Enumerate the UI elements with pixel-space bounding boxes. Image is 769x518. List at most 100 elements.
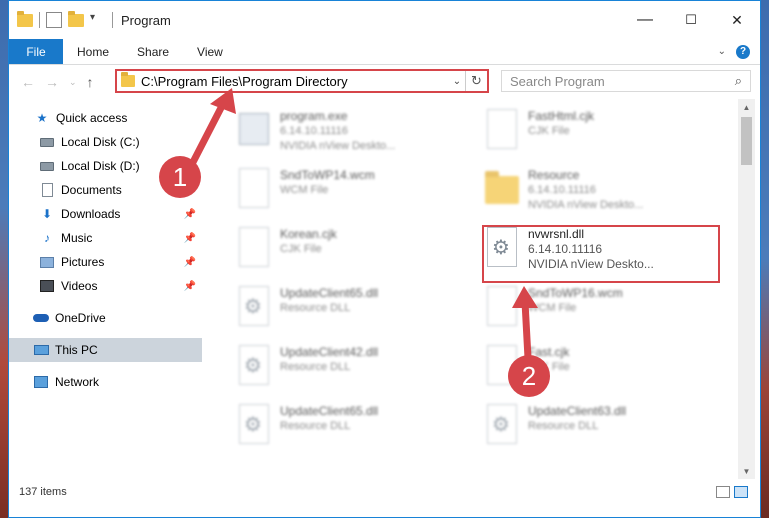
close-button[interactable]: ✕ xyxy=(714,1,760,39)
chevron-down-icon[interactable]: ⌄ xyxy=(449,76,465,87)
refresh-icon[interactable]: ↻ xyxy=(465,71,487,91)
pin-icon[interactable]: 📌 xyxy=(184,257,196,268)
folder-icon xyxy=(121,72,135,87)
star-icon: ★ xyxy=(36,111,48,125)
customize-toolbar-icon[interactable]: ▾ xyxy=(90,12,106,28)
file-icon xyxy=(236,168,272,212)
search-icon[interactable]: ⌕ xyxy=(735,73,742,89)
new-folder-icon[interactable] xyxy=(68,10,84,27)
desktop-background-left xyxy=(0,0,8,518)
pc-icon xyxy=(33,342,49,358)
tab-share[interactable]: Share xyxy=(123,39,183,64)
scroll-thumb[interactable] xyxy=(741,117,752,165)
file-item[interactable]: program.exe 6.14.10.11116 NVIDIA nView Des… xyxy=(230,103,470,159)
navigation-buttons: ← → ⌄ ↑ xyxy=(9,74,115,90)
sidebar-item-network[interactable]: Network xyxy=(9,370,202,394)
forward-arrow-icon[interactable]: → xyxy=(45,74,59,90)
file-icon xyxy=(236,227,272,271)
sidebar-item-label: Local Disk (C:) xyxy=(61,135,140,149)
sidebar-item-quick-access[interactable]: ★ Quick access xyxy=(9,106,202,130)
documents-icon xyxy=(39,182,55,198)
dll-icon xyxy=(236,404,272,448)
sidebar-item-this-pc[interactable]: This PC xyxy=(9,338,202,362)
pin-icon[interactable]: 📌 xyxy=(184,233,196,244)
scroll-down-icon[interactable]: ▼ xyxy=(738,463,755,479)
pin-icon[interactable]: 📌 xyxy=(184,281,196,292)
file-name: UpdateClient65.dll xyxy=(280,404,379,418)
file-name: Korean.cjk xyxy=(280,227,337,241)
file-type: Resource DLL xyxy=(280,361,351,373)
file-type: Resource DLL xyxy=(280,420,351,432)
address-bar[interactable]: C:\Program Files\Program Directory ⌄ ↻ xyxy=(115,69,489,93)
sidebar-item-local-disk-c[interactable]: Local Disk (C:) xyxy=(9,130,202,154)
file-version: 6.14.10.11116 xyxy=(280,125,348,137)
pictures-icon xyxy=(39,254,55,270)
minimize-button[interactable]: — xyxy=(622,1,668,39)
pin-icon[interactable]: 📌 xyxy=(184,209,196,220)
address-path[interactable]: C:\Program Files\Program Directory xyxy=(141,74,449,89)
tiles-view-icon[interactable] xyxy=(734,486,748,498)
sidebar-item-downloads[interactable]: ⬇ Downloads 📌 xyxy=(9,202,202,226)
tab-view[interactable]: View xyxy=(183,39,237,64)
file-name: SndToWP16.wcm xyxy=(528,286,623,300)
help-icon[interactable]: ? xyxy=(736,44,750,59)
sidebar-item-onedrive[interactable]: OneDrive xyxy=(9,306,202,330)
file-item[interactable]: SndToWP14.wcm WCM File xyxy=(230,162,470,218)
file-item[interactable]: UpdateClient63.dll Resource DLL xyxy=(478,398,718,454)
music-icon: ♪ xyxy=(44,231,50,245)
search-box[interactable]: ⌕ xyxy=(501,70,751,92)
back-arrow-icon[interactable]: ← xyxy=(21,74,35,90)
file-item[interactable]: UpdateClient65.dll Resource DLL xyxy=(230,280,470,336)
sidebar-item-label: OneDrive xyxy=(55,311,106,325)
expand-ribbon-icon[interactable]: ⌄ xyxy=(718,46,726,57)
folder-icon xyxy=(17,10,33,27)
exe-icon xyxy=(236,109,272,153)
maximize-button[interactable]: ☐ xyxy=(668,1,714,39)
highlight-box-target-file xyxy=(482,225,720,283)
dll-icon xyxy=(484,404,520,448)
file-type: Resource DLL xyxy=(280,302,351,314)
file-type: Resource DLL xyxy=(528,420,599,432)
tab-home[interactable]: Home xyxy=(63,39,123,64)
properties-icon[interactable] xyxy=(46,12,62,28)
file-name: UpdateClient42.dll xyxy=(280,345,379,359)
window-controls: — ☐ ✕ xyxy=(622,1,760,39)
tab-file[interactable]: File xyxy=(9,39,63,64)
recent-locations-icon[interactable]: ⌄ xyxy=(69,77,77,88)
item-count: 137 items xyxy=(19,486,67,498)
file-item[interactable]: Resource 6.14.10.11116 NVIDIA nView Deskto… xyxy=(478,162,718,218)
file-type: WCM File xyxy=(528,302,577,314)
vertical-scrollbar[interactable]: ▲ ▼ xyxy=(738,99,755,479)
file-list: program.exe 6.14.10.11116 NVIDIA nView Des… xyxy=(202,99,738,479)
file-item[interactable]: UpdateClient42.dll Resource DLL xyxy=(230,339,470,395)
sidebar-item-label: Documents xyxy=(61,183,122,197)
address-row: ← → ⌄ ↑ C:\Program Files\Program Directo… xyxy=(9,65,760,99)
scroll-up-icon[interactable]: ▲ xyxy=(738,99,755,115)
details-view-icon[interactable] xyxy=(716,486,730,498)
title-bar: ▾ Program — ☐ ✕ xyxy=(9,1,760,39)
search-input[interactable] xyxy=(510,73,710,89)
sidebar-item-label: Pictures xyxy=(61,255,105,269)
file-type: CJK File xyxy=(528,125,570,137)
file-icon xyxy=(484,286,520,330)
sidebar-item-label: This PC xyxy=(55,343,98,357)
downloads-icon: ⬇ xyxy=(41,207,53,221)
sidebar-item-music[interactable]: ♪ Music 📌 xyxy=(9,226,202,250)
file-item[interactable]: Korean.cjk CJK File xyxy=(230,221,470,277)
sidebar-item-label: Music xyxy=(61,231,93,245)
file-item[interactable]: UpdateClient65.dll Resource DLL xyxy=(230,398,470,454)
up-arrow-icon[interactable]: ↑ xyxy=(87,74,94,90)
onedrive-icon xyxy=(33,310,49,326)
folder-icon xyxy=(484,168,520,212)
sidebar-item-label: Downloads xyxy=(61,207,121,221)
sidebar-item-pictures[interactable]: Pictures 📌 xyxy=(9,250,202,274)
desktop-background-right xyxy=(761,0,769,518)
file-version: 6.14.10.11116 xyxy=(528,184,596,196)
toolbar-divider xyxy=(39,12,40,28)
sidebar-item-label: Videos xyxy=(61,279,98,293)
file-name: FastHtml.cjk xyxy=(528,109,594,123)
file-item[interactable]: FastHtml.cjk CJK File xyxy=(478,103,718,159)
sidebar-item-videos[interactable]: Videos 📌 xyxy=(9,274,202,298)
network-icon xyxy=(33,374,49,390)
file-item[interactable]: SndToWP16.wcm WCM File xyxy=(478,280,718,336)
